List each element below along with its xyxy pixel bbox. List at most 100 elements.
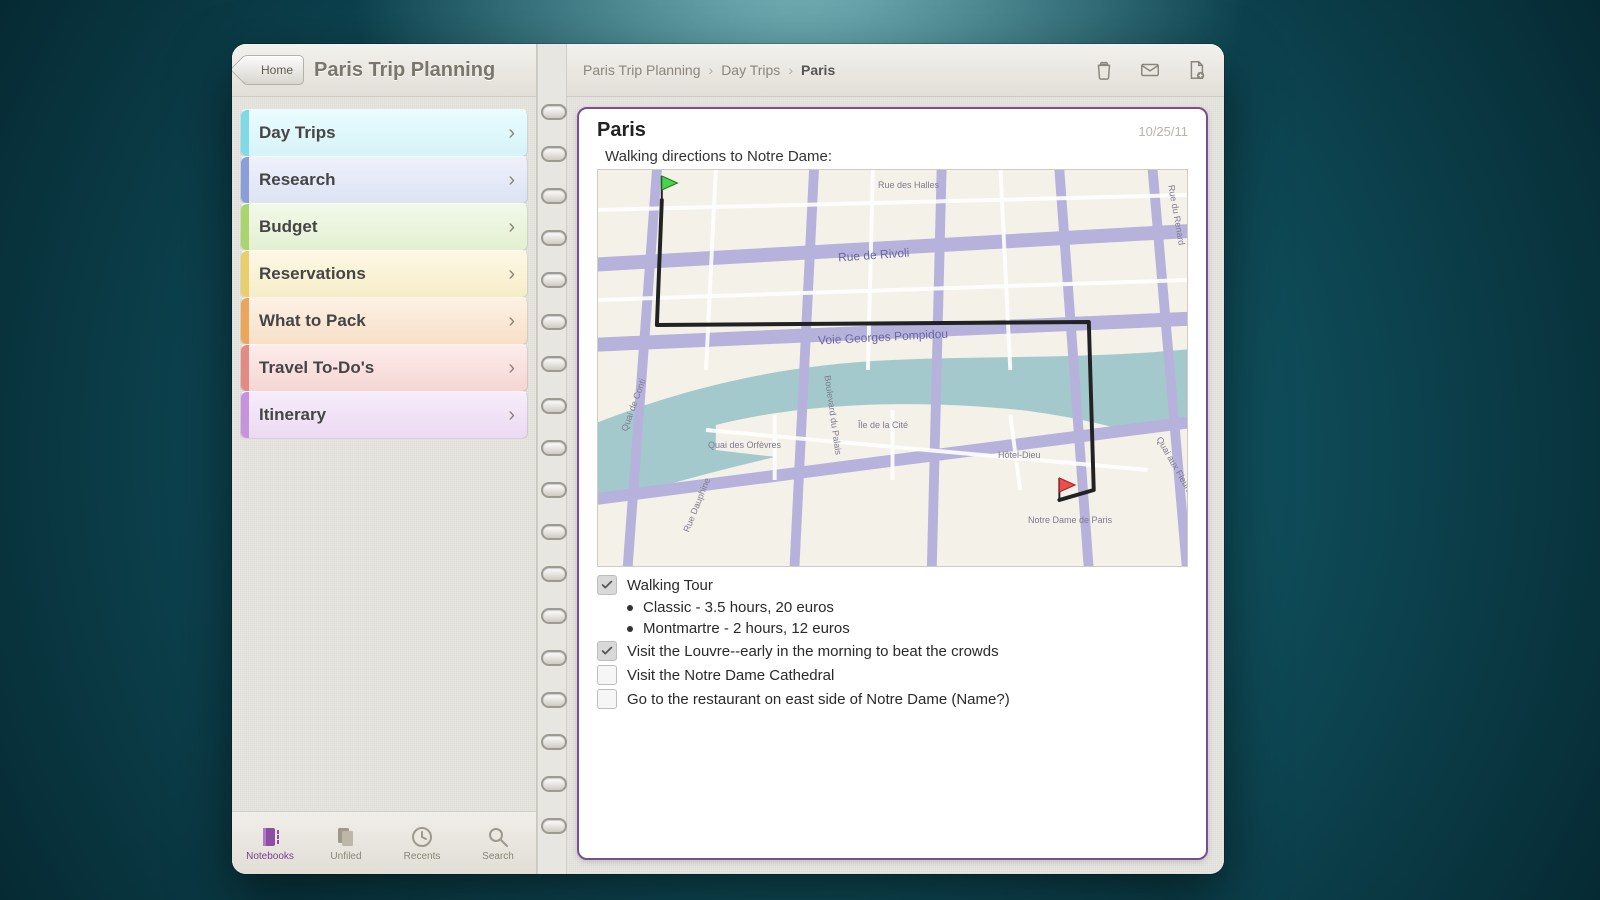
note-wrap: Paris 10/25/11 Walking directions to Not… bbox=[567, 97, 1224, 874]
section-item-research[interactable]: Research › bbox=[240, 156, 528, 204]
chevron-right-icon: › bbox=[508, 169, 515, 192]
binding-ring bbox=[541, 650, 567, 666]
binding-ring bbox=[541, 356, 567, 372]
section-label: Itinerary bbox=[259, 405, 326, 425]
section-color-tab bbox=[241, 298, 249, 344]
notebook-title: Paris Trip Planning bbox=[314, 59, 495, 82]
home-button[interactable]: Home bbox=[242, 55, 304, 85]
home-button-label: Home bbox=[261, 63, 293, 77]
note-title: Paris bbox=[597, 119, 646, 142]
map-svg bbox=[598, 170, 1187, 566]
bullet-item: Classic - 3.5 hours, 20 euros bbox=[597, 599, 1188, 616]
section-label: Research bbox=[259, 170, 336, 190]
todo-item: Walking Tour bbox=[597, 575, 1188, 595]
todo-item: Visit the Louvre--early in the morning t… bbox=[597, 641, 1188, 661]
checkbox[interactable] bbox=[597, 665, 617, 685]
section-item-what-to-pack[interactable]: What to Pack› bbox=[240, 297, 528, 345]
section-color-tab bbox=[241, 157, 249, 203]
map-label: Hôtel-Dieu bbox=[998, 450, 1041, 460]
todo-text: Walking Tour bbox=[627, 577, 713, 594]
map-label: Rue des Halles bbox=[878, 180, 939, 190]
note-date: 10/25/11 bbox=[1138, 124, 1188, 139]
todo-item: Go to the restaurant on east side of Not… bbox=[597, 689, 1188, 709]
note-subheading: Walking directions to Notre Dame: bbox=[605, 148, 1188, 165]
tab-unfiled[interactable]: Unfiled bbox=[316, 825, 376, 862]
bullet-text: Montmartre - 2 hours, 12 euros bbox=[643, 620, 850, 637]
binding-ring bbox=[541, 566, 567, 582]
onenote-app: Home Paris Trip Planning Day Trips›Resea… bbox=[232, 44, 1224, 874]
bullet-item: Montmartre - 2 hours, 12 euros bbox=[597, 620, 1188, 637]
tab-search[interactable]: Search bbox=[468, 825, 528, 862]
binding-ring bbox=[541, 440, 567, 456]
tab-label: Search bbox=[482, 851, 514, 862]
todo-text: Visit the Notre Dame Cathedral bbox=[627, 667, 834, 684]
checkbox[interactable] bbox=[597, 575, 617, 595]
checkbox[interactable] bbox=[597, 641, 617, 661]
todo-list: Walking Tour Classic - 3.5 hours, 20 euro… bbox=[597, 575, 1188, 709]
bullet-dot bbox=[627, 626, 633, 632]
section-color-tab bbox=[241, 110, 249, 156]
tab-label: Unfiled bbox=[330, 851, 361, 862]
binding-ring bbox=[541, 776, 567, 792]
chevron-right-icon: › bbox=[508, 122, 515, 145]
sidebar-header: Home Paris Trip Planning bbox=[232, 44, 536, 97]
recents-icon bbox=[410, 825, 434, 849]
new-page-icon bbox=[1185, 59, 1207, 81]
section-item-itinerary[interactable]: Itinerary› bbox=[240, 391, 528, 439]
sidebar-footer: Notebooks Unfiled Recents Search bbox=[232, 811, 536, 874]
todo-text: Visit the Louvre--early in the morning t… bbox=[627, 643, 999, 660]
map-label: Notre Dame de Paris bbox=[1028, 515, 1112, 525]
binding-ring bbox=[541, 524, 567, 540]
mail-icon bbox=[1139, 59, 1161, 81]
section-color-tab bbox=[241, 204, 249, 250]
tab-label: Notebooks bbox=[246, 851, 294, 862]
breadcrumb-section[interactable]: Day Trips bbox=[721, 62, 780, 78]
note-panel: Paris Trip Planning › Day Trips › Paris … bbox=[567, 44, 1224, 874]
tab-label: Recents bbox=[404, 851, 441, 862]
notebooks-icon bbox=[258, 825, 282, 849]
chevron-right-icon: › bbox=[508, 357, 515, 380]
section-item-budget[interactable]: Budget › bbox=[240, 203, 528, 251]
note-title-row: Paris 10/25/11 bbox=[597, 119, 1188, 142]
section-label: Travel To-Do's bbox=[259, 358, 374, 378]
map-label: Quai des Orfèvres bbox=[708, 440, 781, 450]
binding-ring bbox=[541, 608, 567, 624]
chevron-right-icon: › bbox=[508, 216, 515, 239]
section-color-tab bbox=[241, 251, 249, 297]
binding-ring bbox=[541, 482, 567, 498]
binding-ring bbox=[541, 188, 567, 204]
binding-ring bbox=[541, 818, 567, 834]
section-list: Day Trips› Research › Budget › Reservations › W… bbox=[232, 97, 536, 438]
checkbox[interactable] bbox=[597, 689, 617, 709]
section-item-reservations[interactable]: Reservations › bbox=[240, 250, 528, 298]
chevron-right-icon: › bbox=[788, 62, 793, 78]
new-page-button[interactable] bbox=[1184, 58, 1208, 82]
tab-notebooks[interactable]: Notebooks bbox=[240, 825, 300, 862]
binding-ring bbox=[541, 272, 567, 288]
section-color-tab bbox=[241, 345, 249, 391]
tab-recents[interactable]: Recents bbox=[392, 825, 452, 862]
search-icon bbox=[486, 825, 510, 849]
section-item-travel-to-do-s[interactable]: Travel To-Do's › bbox=[240, 344, 528, 392]
binding-ring bbox=[541, 104, 567, 120]
section-label: Reservations bbox=[259, 264, 366, 284]
todo-item: Visit the Notre Dame Cathedral bbox=[597, 665, 1188, 685]
binding-ring bbox=[541, 230, 567, 246]
binding-ring bbox=[541, 734, 567, 750]
binding-ring bbox=[541, 692, 567, 708]
delete-button[interactable] bbox=[1092, 58, 1116, 82]
chevron-right-icon: › bbox=[508, 263, 515, 286]
bullet-text: Classic - 3.5 hours, 20 euros bbox=[643, 599, 834, 616]
bullet-dot bbox=[627, 605, 633, 611]
binding-ring bbox=[541, 398, 567, 414]
map-embed[interactable]: Rue de Rivoli Voie Georges Pompidou Quai… bbox=[597, 169, 1188, 567]
section-item-day-trips[interactable]: Day Trips› bbox=[240, 109, 528, 157]
chevron-right-icon: › bbox=[709, 62, 714, 78]
section-label: Budget bbox=[259, 217, 318, 237]
binding-ring bbox=[541, 146, 567, 162]
section-color-tab bbox=[241, 392, 249, 438]
breadcrumb-page[interactable]: Paris bbox=[801, 62, 835, 78]
note-page[interactable]: Paris 10/25/11 Walking directions to Not… bbox=[577, 107, 1208, 860]
breadcrumb-root[interactable]: Paris Trip Planning bbox=[583, 62, 701, 78]
email-button[interactable] bbox=[1138, 58, 1162, 82]
